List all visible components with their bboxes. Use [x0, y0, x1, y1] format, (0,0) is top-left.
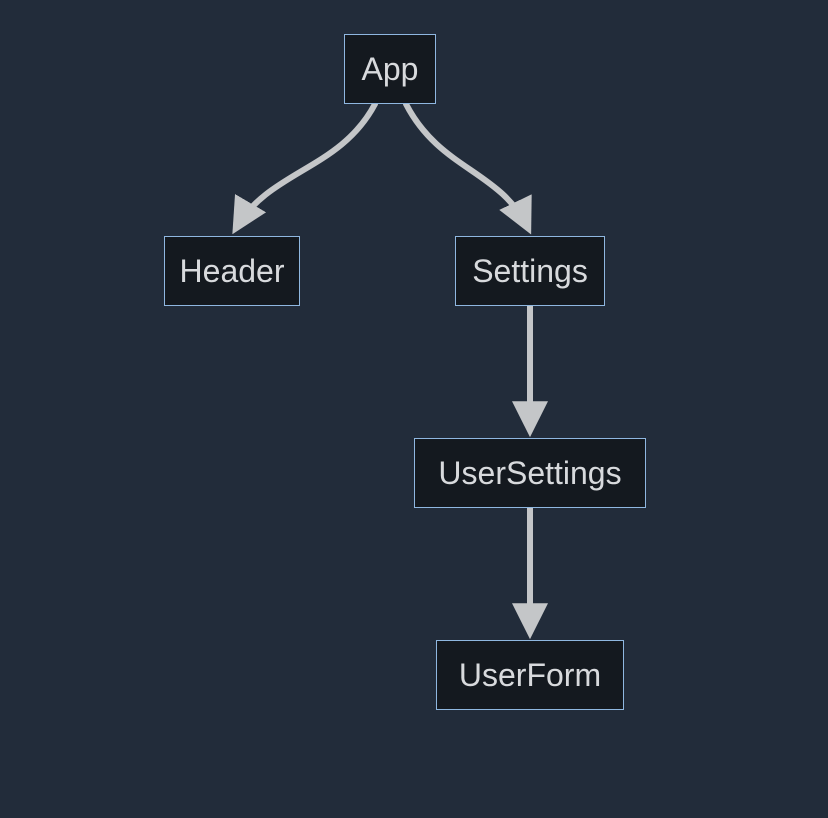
diagram-canvas: App Header Settings UserSettings UserFor…	[0, 0, 828, 818]
node-label: Header	[180, 255, 285, 287]
node-userform: UserForm	[436, 640, 624, 710]
node-label: UserSettings	[438, 457, 621, 489]
edges-layer	[0, 0, 828, 818]
node-header: Header	[164, 236, 300, 306]
node-label: App	[362, 53, 419, 85]
node-usersettings: UserSettings	[414, 438, 646, 508]
node-label: UserForm	[459, 659, 601, 691]
edge-app-settings	[406, 104, 528, 228]
edge-app-header	[236, 104, 375, 228]
node-settings: Settings	[455, 236, 605, 306]
node-label: Settings	[472, 255, 588, 287]
node-app: App	[344, 34, 436, 104]
